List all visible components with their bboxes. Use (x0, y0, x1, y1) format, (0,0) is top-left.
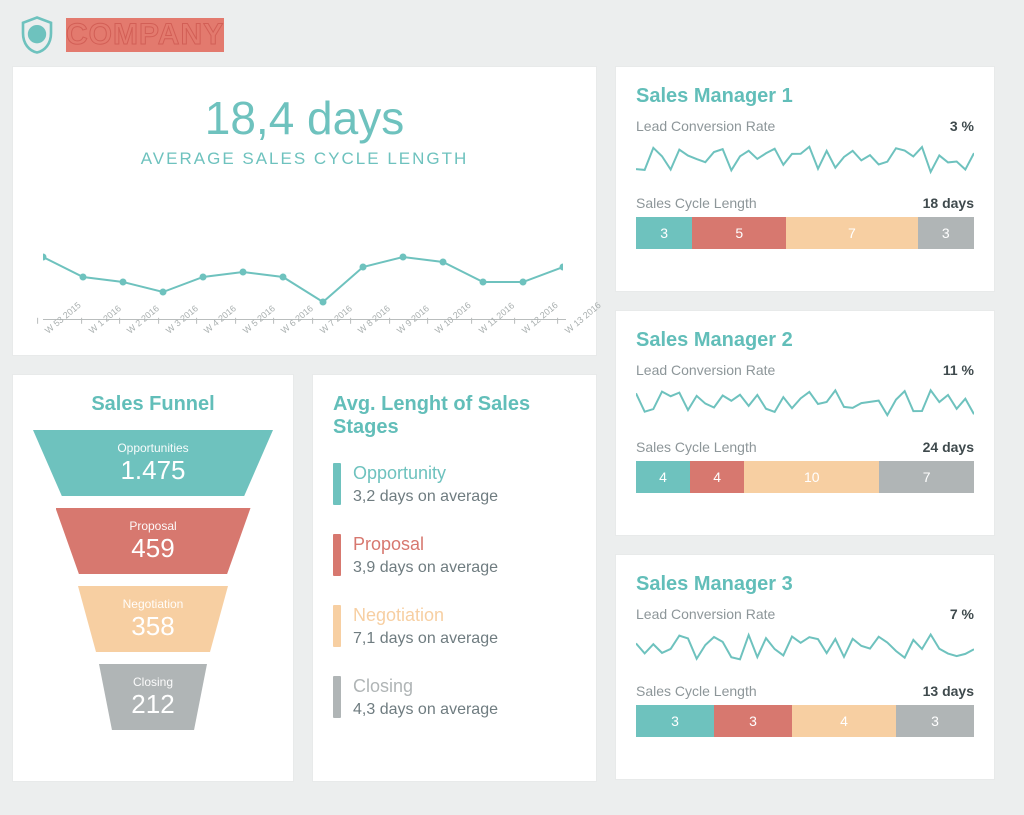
mgr-sparkline (636, 140, 974, 178)
stack-segment: 7 (879, 461, 974, 493)
logo: COMPANY (16, 14, 224, 56)
stage-avg: 3,9 days on average (353, 559, 498, 577)
stack-segment: 7 (786, 217, 917, 249)
funnel-label: Opportunities (33, 441, 273, 455)
funnel-label: Negotiation (78, 597, 228, 611)
card-manager: Sales Manager 2 Lead Conversion Rate 11 % S… (615, 310, 995, 536)
avg-cycle-label: AVERAGE SALES CYCLE LENGTH (33, 149, 576, 169)
stage-name: Opportunity (353, 463, 498, 484)
stage-name: Proposal (353, 534, 498, 555)
shield-check-icon (16, 14, 58, 56)
stage-item: Proposal 3,9 days on average (333, 534, 576, 577)
stack-segment: 10 (744, 461, 879, 493)
mgr-scl-label: Sales Cycle Length (636, 195, 757, 211)
mgr-scl-value: 18 days (923, 195, 974, 211)
mgr-sparkline (636, 384, 974, 422)
header: COMPANY (12, 10, 1012, 66)
stage-name: Closing (353, 676, 498, 697)
company-name: COMPANY (66, 18, 224, 52)
avg-cycle-value: 18,4 days (33, 91, 576, 145)
stack-segment: 4 (636, 461, 690, 493)
funnel-chart: Opportunities1.475 Proposal459 Negotiation… (33, 430, 273, 730)
managers-column: Sales Manager 1 Lead Conversion Rate 3 % Sa… (615, 66, 995, 782)
stage-color-bar (333, 534, 341, 576)
stack-segment: 3 (636, 705, 714, 737)
mgr-lcr-label: Lead Conversion Rate (636, 118, 775, 134)
stage-color-bar (333, 463, 341, 505)
stage-avg: 7,1 days on average (353, 630, 498, 648)
mgr-lcr-label: Lead Conversion Rate (636, 362, 775, 378)
mgr-scl-value: 24 days (923, 439, 974, 455)
card-funnel: Sales Funnel Opportunities1.475 Proposal4… (12, 374, 294, 782)
stage-color-bar (333, 605, 341, 647)
mgr-scl-label: Sales Cycle Length (636, 439, 757, 455)
stack-segment: 4 (690, 461, 744, 493)
stack-segment: 3 (714, 705, 792, 737)
funnel-value: 1.475 (33, 455, 273, 486)
mgr-name: Sales Manager 1 (636, 85, 974, 108)
stage-item: Opportunity 3,2 days on average (333, 463, 576, 506)
avg-cycle-xaxis: W 53 2015W 1 2016W 2 2016W 3 2016W 4 201… (43, 319, 566, 347)
stack-segment: 4 (792, 705, 896, 737)
stage-item: Negotiation 7,1 days on average (333, 605, 576, 648)
mgr-stackbar: 3343 (636, 705, 974, 737)
stack-segment: 3 (918, 217, 974, 249)
stack-segment: 3 (896, 705, 974, 737)
funnel-title: Sales Funnel (33, 393, 273, 416)
avg-cycle-chart (43, 237, 563, 317)
stages-list: Opportunity 3,2 days on average Proposal 3,… (333, 463, 576, 719)
stage-name: Negotiation (353, 605, 498, 626)
mgr-stackbar: 44107 (636, 461, 974, 493)
funnel-segment: Proposal459 (56, 508, 251, 574)
stages-title: Avg. Lenght of Sales Stages (333, 393, 576, 439)
mgr-lcr-value: 11 % (943, 362, 974, 378)
card-avg-cycle: 18,4 days AVERAGE SALES CYCLE LENGTH W 5… (12, 66, 597, 356)
stage-avg: 4,3 days on average (353, 701, 498, 719)
funnel-value: 212 (99, 689, 207, 720)
mgr-stackbar: 3573 (636, 217, 974, 249)
mgr-lcr-value: 7 % (950, 606, 974, 622)
mgr-sparkline (636, 628, 974, 666)
stage-avg: 3,2 days on average (353, 488, 498, 506)
mgr-lcr-value: 3 % (950, 118, 974, 134)
funnel-label: Proposal (56, 519, 251, 533)
mgr-name: Sales Manager 3 (636, 573, 974, 596)
funnel-segment: Closing212 (99, 664, 207, 730)
mgr-scl-label: Sales Cycle Length (636, 683, 757, 699)
mgr-name: Sales Manager 2 (636, 329, 974, 352)
funnel-value: 459 (56, 533, 251, 564)
card-stages: Avg. Lenght of Sales Stages Opportunity 3… (312, 374, 597, 782)
stack-segment: 3 (636, 217, 692, 249)
funnel-value: 358 (78, 611, 228, 642)
card-manager: Sales Manager 1 Lead Conversion Rate 3 % Sa… (615, 66, 995, 292)
stage-color-bar (333, 676, 341, 718)
card-manager: Sales Manager 3 Lead Conversion Rate 7 % Sa… (615, 554, 995, 780)
stage-item: Closing 4,3 days on average (333, 676, 576, 719)
stack-segment: 5 (692, 217, 786, 249)
funnel-segment: Opportunities1.475 (33, 430, 273, 496)
funnel-segment: Negotiation358 (78, 586, 228, 652)
funnel-label: Closing (99, 675, 207, 689)
mgr-scl-value: 13 days (923, 683, 974, 699)
mgr-lcr-label: Lead Conversion Rate (636, 606, 775, 622)
